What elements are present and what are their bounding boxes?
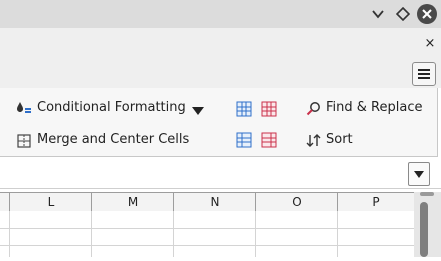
column-header-p[interactable]: P (337, 193, 414, 212)
menu-button[interactable] (412, 62, 436, 86)
scrollbar-cap (420, 192, 434, 196)
chevron-down-icon (372, 10, 384, 19)
triangle-down-icon (192, 107, 204, 115)
insert-cells-button[interactable] (236, 101, 252, 117)
window-close-button[interactable] (417, 4, 437, 24)
merge-center-label[interactable]: Merge and Center Cells (37, 132, 189, 147)
vertical-scrollbar[interactable] (414, 192, 441, 257)
close-circle (417, 4, 437, 24)
conditional-formatting-dropdown[interactable] (191, 102, 205, 115)
merge-cells-icon (17, 134, 31, 148)
conditional-formatting-button[interactable] (16, 100, 32, 116)
formula-expand-button[interactable] (408, 162, 430, 186)
column-headers: L M N O P (0, 192, 414, 213)
column-header-m[interactable]: M (91, 193, 174, 212)
merge-center-button[interactable] (17, 133, 31, 148)
find-replace-label[interactable]: Find & Replace (326, 100, 422, 115)
delete-rows-icon (261, 132, 277, 148)
scrollbar-thumb[interactable] (420, 202, 428, 257)
paint-drop-icon (17, 102, 31, 113)
delete-cells-button[interactable] (261, 101, 277, 117)
grid-lines (0, 211, 414, 257)
formula-bar[interactable] (0, 158, 441, 189)
restore-button[interactable] (393, 4, 413, 24)
column-header-n[interactable]: N (173, 193, 256, 212)
diamond-icon (396, 7, 410, 21)
sort-icon (306, 134, 321, 147)
column-header-l[interactable]: L (9, 193, 92, 212)
delete-rows-button[interactable] (261, 132, 277, 148)
insert-cells-icon (236, 101, 252, 117)
insert-rows-icon (236, 132, 252, 148)
close-icon (422, 9, 432, 19)
minimize-button[interactable] (368, 4, 388, 24)
hamburger-icon (418, 69, 430, 79)
delete-cells-icon (261, 101, 277, 117)
insert-rows-button[interactable] (236, 132, 252, 148)
find-replace-button[interactable] (306, 101, 321, 116)
sidebar-close-button[interactable]: × (424, 36, 436, 51)
sort-button[interactable] (306, 133, 321, 148)
sort-label[interactable]: Sort (326, 132, 353, 147)
search-icon (306, 102, 320, 116)
conditional-formatting-label[interactable]: Conditional Formatting (37, 100, 186, 115)
triangle-down-icon (414, 171, 424, 178)
sidebar-bar (0, 28, 441, 88)
column-header-o[interactable]: O (255, 193, 338, 212)
cell-grid[interactable] (0, 211, 414, 257)
